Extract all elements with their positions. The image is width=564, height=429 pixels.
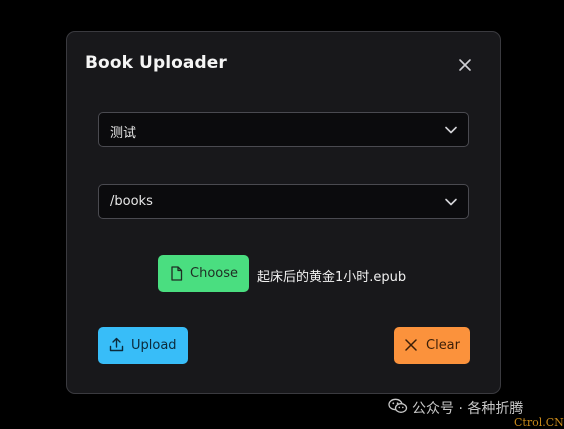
page: Book Uploader 测试 /books Choose 起床后的黄金1小时…: [0, 0, 564, 429]
choose-file-button[interactable]: Choose: [158, 255, 249, 292]
path-select-value: /books: [110, 194, 153, 209]
upload-button[interactable]: Upload: [98, 327, 188, 364]
book-uploader-dialog: Book Uploader 测试 /books Choose 起床后的黄金1小时…: [66, 31, 501, 394]
chevron-down-icon: [444, 195, 458, 209]
wechat-icon: [388, 398, 408, 414]
corner-watermark: Ctrol.CN: [514, 416, 564, 429]
close-button[interactable]: [453, 53, 477, 77]
upload-button-label: Upload: [131, 338, 177, 353]
close-icon: [453, 53, 477, 77]
chevron-down-icon: [444, 123, 458, 137]
selected-file-name: 起床后的黄金1小时.epub: [257, 270, 407, 285]
x-icon: [405, 339, 417, 351]
file-icon: [170, 266, 183, 281]
path-select[interactable]: /books: [98, 184, 469, 219]
library-select-value: 测试: [110, 126, 137, 141]
dialog-title: Book Uploader: [85, 53, 227, 73]
choose-button-label: Choose: [190, 266, 238, 281]
watermark-text: 公众号 · 各种折腾: [412, 401, 524, 417]
clear-button[interactable]: Clear: [394, 327, 470, 364]
library-select[interactable]: 测试: [98, 112, 469, 147]
upload-icon: [109, 337, 124, 352]
clear-button-label: Clear: [426, 338, 460, 353]
